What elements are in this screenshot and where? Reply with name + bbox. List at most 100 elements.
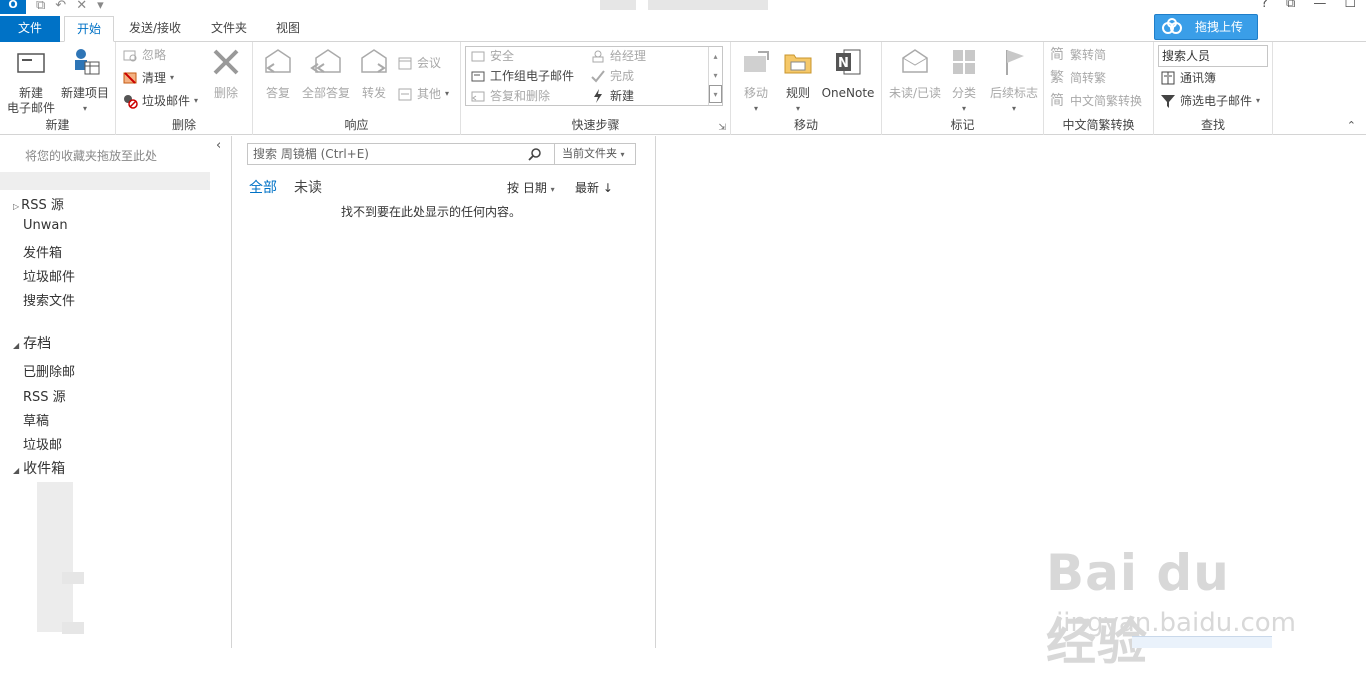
ribbon-tabs: 文件 开始 发送/接收 文件夹 视图 拖拽上传 xyxy=(0,14,1366,42)
new-email-label-2: 电子邮件 xyxy=(6,101,55,115)
search-scope-dropdown[interactable]: 当前文件夹 ▾ xyxy=(554,144,636,164)
reply-all-icon xyxy=(310,49,341,73)
tab-file[interactable]: 文件 xyxy=(0,16,60,42)
rules-caret-icon: ▾ xyxy=(795,104,800,113)
collapse-arrow-icon[interactable]: ◢ xyxy=(13,341,19,350)
reply-icon xyxy=(265,49,291,73)
new-email-button[interactable]: 新建 电子邮件 xyxy=(4,46,58,116)
reply-button[interactable]: 答复 xyxy=(259,46,297,101)
qs-team-email[interactable]: 工作组电子邮件 xyxy=(470,66,574,86)
unread-read-icon xyxy=(902,49,928,73)
dialog-launcher-icon[interactable]: ⇲ xyxy=(718,123,726,133)
qs-reply-delete[interactable]: 答复和删除 xyxy=(470,86,550,106)
onenote-button[interactable]: N OneNote xyxy=(819,46,877,101)
filter-all[interactable]: 全部 xyxy=(249,177,277,197)
qs-done[interactable]: 完成 xyxy=(590,66,634,86)
meeting-button[interactable]: 会议 xyxy=(397,53,441,73)
blurred-inbox-subfolders xyxy=(37,482,73,632)
collapse-ribbon-icon[interactable]: ⌃ xyxy=(1347,119,1356,132)
folder-unwanted[interactable]: Unwan xyxy=(23,218,68,233)
ignore-button[interactable]: 忽略 xyxy=(122,45,166,65)
svg-text:N: N xyxy=(838,56,849,71)
tab-send-receive[interactable]: 发送/接收 xyxy=(117,16,193,42)
trad-to-simp-button[interactable]: 简 繁转简 xyxy=(1050,45,1106,65)
new-items-icon xyxy=(75,49,100,75)
group-chinese-label: 中文简繁转换 xyxy=(1062,118,1135,132)
forward-button[interactable]: 转发 xyxy=(355,46,393,101)
help-icon[interactable]: ? xyxy=(1261,0,1268,11)
maximize-icon[interactable]: ☐ xyxy=(1344,0,1356,11)
undo-icon[interactable]: ↶ xyxy=(55,0,66,13)
collapse-inbox-arrow-icon[interactable]: ◢ xyxy=(13,466,19,475)
categorize-button[interactable]: 分类 ▾ xyxy=(946,46,982,116)
collapse-folder-pane-icon[interactable]: ‹ xyxy=(216,138,221,153)
search-input[interactable] xyxy=(248,144,548,164)
section-archive[interactable]: ◢ 存档 xyxy=(13,333,51,353)
filter-unread[interactable]: 未读 xyxy=(294,177,322,197)
search-icon[interactable] xyxy=(528,147,542,161)
unread-read-label: 未读/已读 xyxy=(888,86,942,100)
qs-reply-delete-icon xyxy=(471,91,485,102)
instant-search-box[interactable]: 当前文件夹 ▾ xyxy=(247,143,636,165)
cleanup-button[interactable]: 清理 ▾ xyxy=(122,68,174,88)
delete-button[interactable]: 删除 xyxy=(206,46,246,101)
rules-button[interactable]: 规则 ▾ xyxy=(779,46,817,116)
qs-new[interactable]: 新建 xyxy=(590,86,634,106)
move-button[interactable]: 移动 ▾ xyxy=(737,46,775,116)
customize-qat-icon[interactable]: ▾ xyxy=(97,0,104,13)
qs-safe[interactable]: 安全 xyxy=(470,46,514,66)
archive-folder-rss[interactable]: RSS 源 xyxy=(23,386,66,405)
unread-read-button[interactable]: 未读/已读 xyxy=(886,46,944,101)
minimize-icon[interactable]: — xyxy=(1313,0,1326,11)
qs-new-icon xyxy=(594,89,602,103)
archive-folder-drafts[interactable]: 草稿 xyxy=(23,410,49,429)
filter-email-button[interactable]: 筛选电子邮件 ▾ xyxy=(1160,91,1260,111)
move-folder-icon xyxy=(744,51,769,72)
followup-button[interactable]: 后续标志 ▾ xyxy=(986,46,1042,116)
blurred-subfolder-b xyxy=(62,622,84,634)
followup-label: 后续标志 xyxy=(989,86,1038,100)
group-chinese-conversion: 简 繁转简 繁 简转繁 简 中文简繁转换 中文简繁转换 xyxy=(1044,42,1154,135)
archive-folder-deleted[interactable]: 已删除邮 xyxy=(23,361,75,380)
address-book-button[interactable]: 通讯簿 xyxy=(1160,68,1216,88)
tab-view[interactable]: 视图 xyxy=(264,16,312,42)
drag-upload-button[interactable]: 拖拽上传 xyxy=(1154,14,1258,40)
expand-arrow-icon[interactable]: ▷ xyxy=(13,202,19,211)
folder-search[interactable]: 搜索文件 xyxy=(23,290,75,309)
quick-steps-gallery: 安全 给经理 工作组电子邮件 完成 答复和删除 新建 ▴ ▾ ▾ xyxy=(465,46,723,106)
junk-button[interactable]: 垃圾邮件 ▾ xyxy=(122,91,198,111)
group-new-label: 新建 xyxy=(45,118,70,132)
tab-home[interactable]: 开始 xyxy=(64,16,115,42)
new-email-label-1: 新建 xyxy=(18,86,43,100)
forward-label: 转发 xyxy=(361,86,386,100)
more-respond-button[interactable]: 其他 ▾ xyxy=(397,84,449,104)
send-receive-icon[interactable]: ⧉ xyxy=(36,0,45,13)
empty-list-message: 找不到要在此处显示的任何内容。 xyxy=(341,205,522,219)
chinese-convert-button[interactable]: 简 中文简繁转换 xyxy=(1050,91,1142,111)
reply-all-button[interactable]: 全部答复 xyxy=(297,46,355,101)
quick-steps-scrollbar[interactable]: ▴ ▾ ▾ xyxy=(708,47,722,105)
blurred-subfolder-a xyxy=(62,572,84,584)
ribbon-display-icon[interactable]: ⧉ xyxy=(1286,0,1295,11)
simp-to-trad-button[interactable]: 繁 简转繁 xyxy=(1050,68,1106,88)
close-x-icon[interactable]: ✕ xyxy=(76,0,87,13)
qs-to-manager[interactable]: 给经理 xyxy=(590,46,646,66)
sort-order-toggle[interactable]: 最新 ↓ xyxy=(575,179,613,196)
search-people-input[interactable]: 搜索人员 xyxy=(1158,45,1268,67)
qs-scroll-up-icon[interactable]: ▴ xyxy=(709,47,722,66)
archive-folder-junk[interactable]: 垃圾邮 xyxy=(23,434,62,453)
folder-rss-feeds[interactable]: ▷ RSS 源 xyxy=(13,194,64,213)
qs-expand-icon[interactable]: ▾ xyxy=(709,85,722,103)
section-inbox[interactable]: ◢ 收件箱 xyxy=(13,458,65,478)
qs-scroll-down-icon[interactable]: ▾ xyxy=(709,66,722,85)
more-respond-icon xyxy=(398,88,412,101)
tab-folder[interactable]: 文件夹 xyxy=(199,16,259,42)
folder-junk[interactable]: 垃圾邮件 xyxy=(23,266,75,285)
filter-icon xyxy=(1161,95,1175,108)
group-tags: 未读/已读 分类 ▾ 后续标志 ▾ 标记 xyxy=(882,42,1044,135)
folder-outbox[interactable]: 发件箱 xyxy=(23,242,62,261)
ignore-icon xyxy=(123,50,137,62)
new-items-button[interactable]: 新建项目 ▾ xyxy=(58,46,112,116)
sort-by-dropdown[interactable]: 按 日期 ▾ xyxy=(507,179,555,196)
junk-icon xyxy=(124,95,138,109)
